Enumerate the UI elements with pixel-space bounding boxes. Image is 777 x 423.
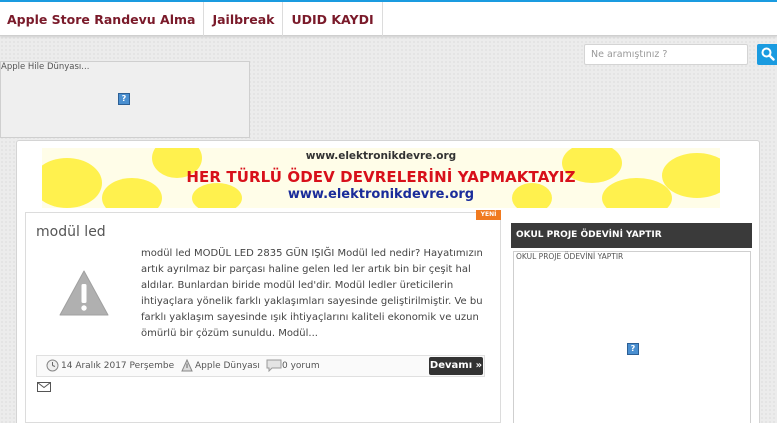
advertisement-banner[interactable]: www.elektronikdevre.org HER TÜRLÜ ÖDEV D… [42, 148, 720, 208]
post-author[interactable]: Apple Dünyası [195, 361, 260, 371]
sidebar-widget-header: OKUL PROJE ÖDEVİNİ YAPTIR [511, 223, 752, 248]
post-date: 14 Aralık 2017 Perşembe [61, 361, 175, 371]
nav-item-apple-store-randevu[interactable]: Apple Store Randevu Alma [0, 2, 205, 36]
banner-headline: HER TÜRLÜ ÖDEV DEVRELERİNİ YAPMAKTAYIZ [186, 168, 576, 186]
search-icon [761, 47, 775, 61]
top-ad-label: Apple Hile Dünyası... [1, 62, 90, 72]
top-navigation-bar: Apple Store Randevu Alma Jailbreak UDID … [0, 0, 777, 36]
nav-item-udid-kaydi[interactable]: UDID KAYDI [283, 2, 383, 36]
sidebar-ad-box[interactable] [513, 251, 751, 423]
banner-site-text: www.elektronikdevre.org [305, 150, 457, 162]
banner-url-text: www.elektronikdevre.org [287, 187, 475, 202]
comment-icon [266, 359, 282, 372]
post-excerpt: modül led MODÜL LED 2835 GÜN IŞIĞI Modül… [141, 248, 483, 340]
email-icon[interactable] [37, 382, 51, 392]
clock-icon [46, 359, 59, 372]
sidebar-widget-label: OKUL PROJE ÖDEVİNİ YAPTIR [516, 252, 624, 261]
new-badge: YENİ [476, 210, 501, 220]
search-button[interactable] [757, 44, 777, 65]
post-title[interactable]: modül led [36, 224, 106, 240]
broken-image-icon: ? [627, 343, 639, 355]
post-comments[interactable]: 0 yorum [282, 361, 320, 371]
nav-item-jailbreak[interactable]: Jailbreak [204, 2, 284, 36]
main-menu: Apple Store Randevu Alma Jailbreak UDID … [0, 2, 777, 36]
user-icon [181, 359, 193, 372]
broken-image-icon: ? [118, 93, 130, 105]
warning-icon[interactable] [58, 268, 110, 318]
search-input[interactable] [584, 44, 748, 65]
read-more-button[interactable]: Devamı » [429, 357, 483, 375]
